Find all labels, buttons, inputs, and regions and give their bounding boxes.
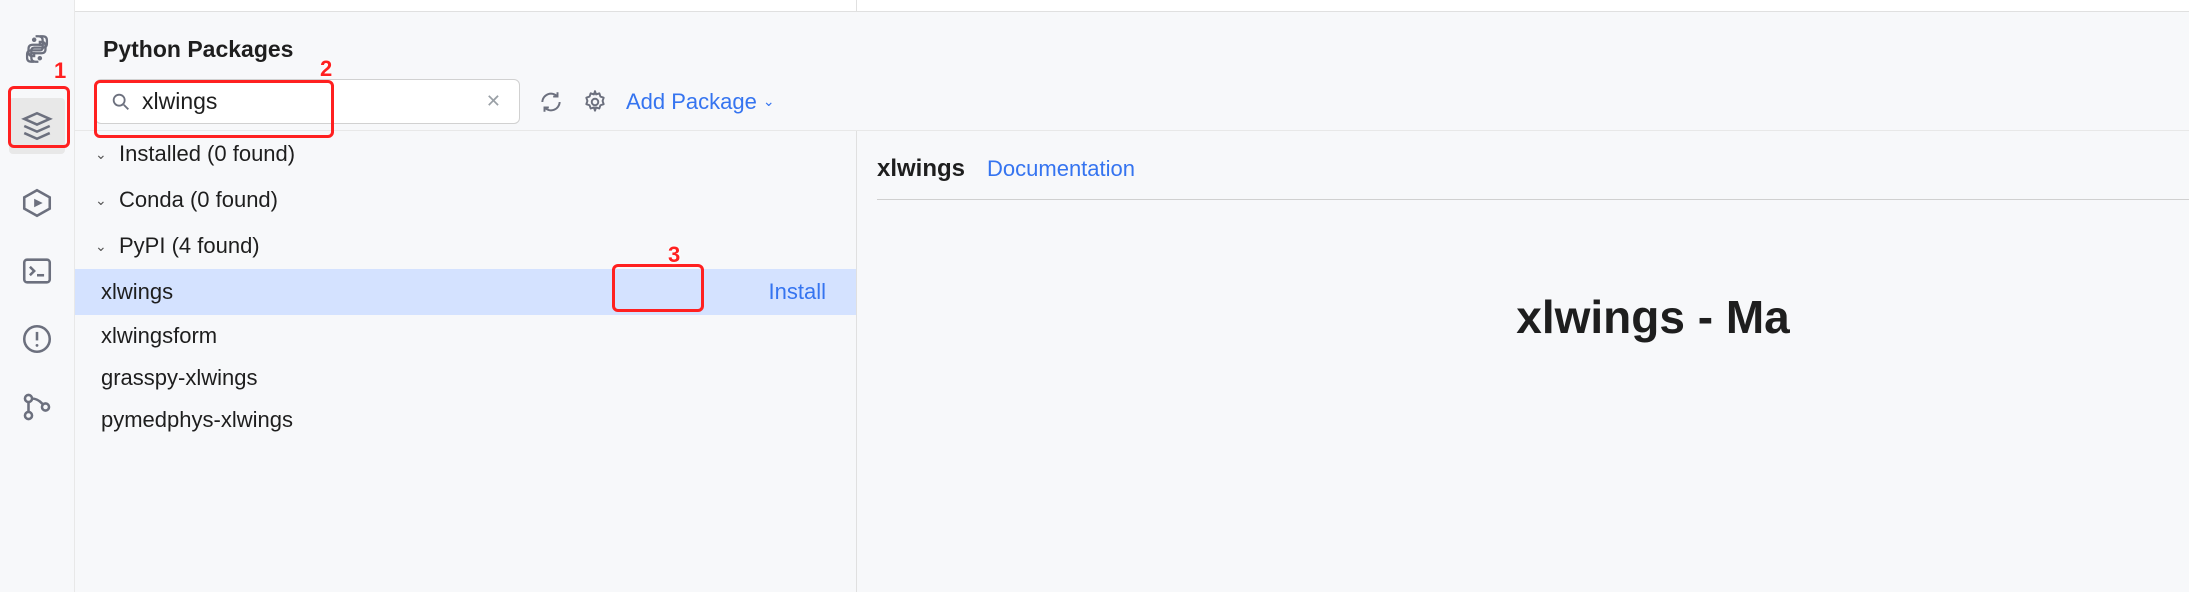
- result-row[interactable]: pymedphys-xlwings: [75, 399, 856, 441]
- callout-number-2: 2: [320, 56, 332, 82]
- details-headline: xlwings - Ma: [877, 290, 2189, 344]
- details-package-name: xlwings: [877, 155, 965, 183]
- results-column: ⌄ Installed (0 found) ⌄ Conda (0 found) …: [75, 131, 857, 592]
- details-column: xlwings Documentation xlwings - Ma: [857, 131, 2189, 592]
- result-name: pymedphys-xlwings: [101, 407, 293, 433]
- chevron-down-icon: ⌄: [95, 192, 111, 209]
- documentation-link[interactable]: Documentation: [987, 156, 1135, 182]
- result-row[interactable]: xlwingsform: [75, 315, 856, 357]
- result-row[interactable]: xlwings Install: [75, 269, 856, 315]
- group-label: Conda (0 found): [119, 187, 278, 213]
- search-field-wrap[interactable]: ✕: [95, 79, 520, 124]
- search-icon: [110, 91, 132, 113]
- left-tool-gutter: [0, 0, 75, 592]
- clear-search-icon[interactable]: ✕: [482, 91, 505, 112]
- group-conda[interactable]: ⌄ Conda (0 found): [75, 177, 856, 223]
- add-package-label: Add Package: [626, 89, 757, 115]
- result-row[interactable]: grasspy-xlwings: [75, 357, 856, 399]
- problems-icon[interactable]: [18, 320, 56, 358]
- chevron-down-icon: ⌄: [95, 146, 111, 163]
- packages-icon[interactable]: [9, 98, 65, 154]
- chevron-down-icon: ⌄: [95, 238, 111, 255]
- group-label: Installed (0 found): [119, 141, 295, 167]
- callout-number-1: 1: [54, 58, 66, 84]
- group-label: PyPI (4 found): [119, 233, 260, 259]
- result-name: xlwingsform: [101, 323, 217, 349]
- group-installed[interactable]: ⌄ Installed (0 found): [75, 131, 856, 177]
- gear-icon[interactable]: [582, 89, 608, 115]
- callout-number-3: 3: [668, 242, 680, 268]
- top-editor-strip: [75, 0, 2189, 12]
- python-icon[interactable]: [18, 30, 56, 68]
- result-name: xlwings: [101, 279, 173, 305]
- install-button[interactable]: Install: [759, 277, 836, 307]
- result-name: grasspy-xlwings: [101, 365, 258, 391]
- vcs-icon[interactable]: [18, 388, 56, 426]
- group-pypi[interactable]: ⌄ PyPI (4 found): [75, 223, 856, 269]
- reload-icon[interactable]: [538, 89, 564, 115]
- packages-toolbar: ✕ Add Package ⌄: [75, 73, 2189, 131]
- services-icon[interactable]: [18, 184, 56, 222]
- terminal-icon[interactable]: [18, 252, 56, 290]
- chevron-down-icon: ⌄: [763, 93, 775, 110]
- search-input[interactable]: [132, 88, 482, 115]
- add-package-button[interactable]: Add Package ⌄: [626, 89, 775, 115]
- panel-title: Python Packages: [75, 12, 2189, 73]
